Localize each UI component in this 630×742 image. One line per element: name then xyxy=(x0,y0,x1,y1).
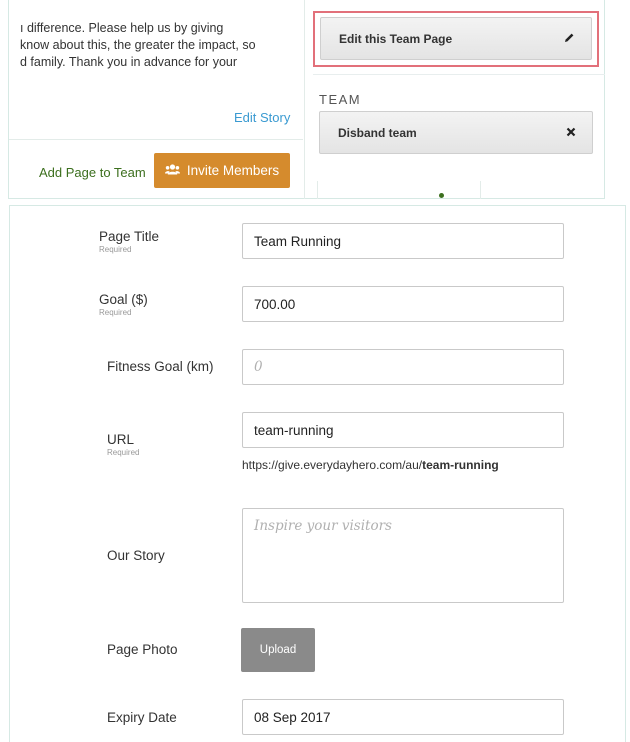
fitness-goal-placeholder: 0 xyxy=(254,359,263,375)
divider xyxy=(480,181,481,199)
goal-value: 700.00 xyxy=(254,296,296,312)
page-title-label: Page Title xyxy=(99,229,160,244)
team-heading: TEAM xyxy=(319,92,362,107)
url-input[interactable]: team-running xyxy=(242,412,564,448)
required-note: Required xyxy=(99,245,132,254)
page-title-field-label: Page Title Required xyxy=(99,229,159,254)
invite-members-label: Invite Members xyxy=(186,163,280,178)
url-preview: https://give.everydayhero.com/au/team-ru… xyxy=(242,458,499,472)
upload-button[interactable]: Upload xyxy=(241,628,315,672)
url-label: URL xyxy=(107,432,135,447)
our-story-textarea[interactable]: Inspire your visitors xyxy=(242,508,564,603)
url-prefix: https://give.everydayhero.com/au/ xyxy=(242,458,423,472)
edit-team-page-label: Edit this Team Page xyxy=(339,31,453,46)
edit-story-link[interactable]: Edit Story xyxy=(234,110,290,125)
page-title-value: Team Running xyxy=(254,233,342,249)
divider xyxy=(313,74,605,75)
url-field-label: URL Required xyxy=(107,432,139,457)
add-page-to-team-link[interactable]: Add Page to Team xyxy=(39,165,146,180)
goal-input[interactable]: 700.00 xyxy=(242,286,564,322)
required-note: Required xyxy=(99,308,132,317)
disband-team-label: Disband team xyxy=(338,125,417,140)
expiry-date-label: Expiry Date xyxy=(107,710,177,725)
our-story-placeholder: Inspire your visitors xyxy=(254,518,392,534)
fitness-goal-input[interactable]: 0 xyxy=(242,349,564,385)
url-slug: team-running xyxy=(422,458,499,472)
url-value: team-running xyxy=(254,422,334,438)
page-photo-label: Page Photo xyxy=(107,642,178,657)
indicator-dot xyxy=(439,193,444,198)
page-title-input[interactable]: Team Running xyxy=(242,223,564,259)
divider xyxy=(317,181,318,199)
expiry-date-value: 08 Sep 2017 xyxy=(254,709,331,725)
close-icon xyxy=(566,126,576,140)
divider xyxy=(9,139,303,140)
edit-team-page-button[interactable]: Edit this Team Page xyxy=(320,17,592,60)
team-page-form: Page Title Required Team Running Goal ($… xyxy=(9,205,626,742)
our-story-label: Our Story xyxy=(107,548,165,563)
expiry-date-input[interactable]: 08 Sep 2017 xyxy=(242,699,564,735)
story-excerpt: ı difference. Please help us by giving k… xyxy=(20,21,256,69)
invite-members-button[interactable]: Invite Members xyxy=(154,153,290,188)
team-story-panel: ı difference. Please help us by giving k… xyxy=(8,0,605,199)
pencil-icon xyxy=(564,32,575,46)
users-icon xyxy=(164,163,180,178)
divider xyxy=(304,0,305,199)
goal-field-label: Goal ($) Required xyxy=(99,292,148,317)
goal-label: Goal ($) xyxy=(99,292,148,307)
fitness-goal-label: Fitness Goal (km) xyxy=(107,359,214,374)
required-note: Required xyxy=(107,448,140,457)
disband-team-button[interactable]: Disband team xyxy=(319,111,593,154)
